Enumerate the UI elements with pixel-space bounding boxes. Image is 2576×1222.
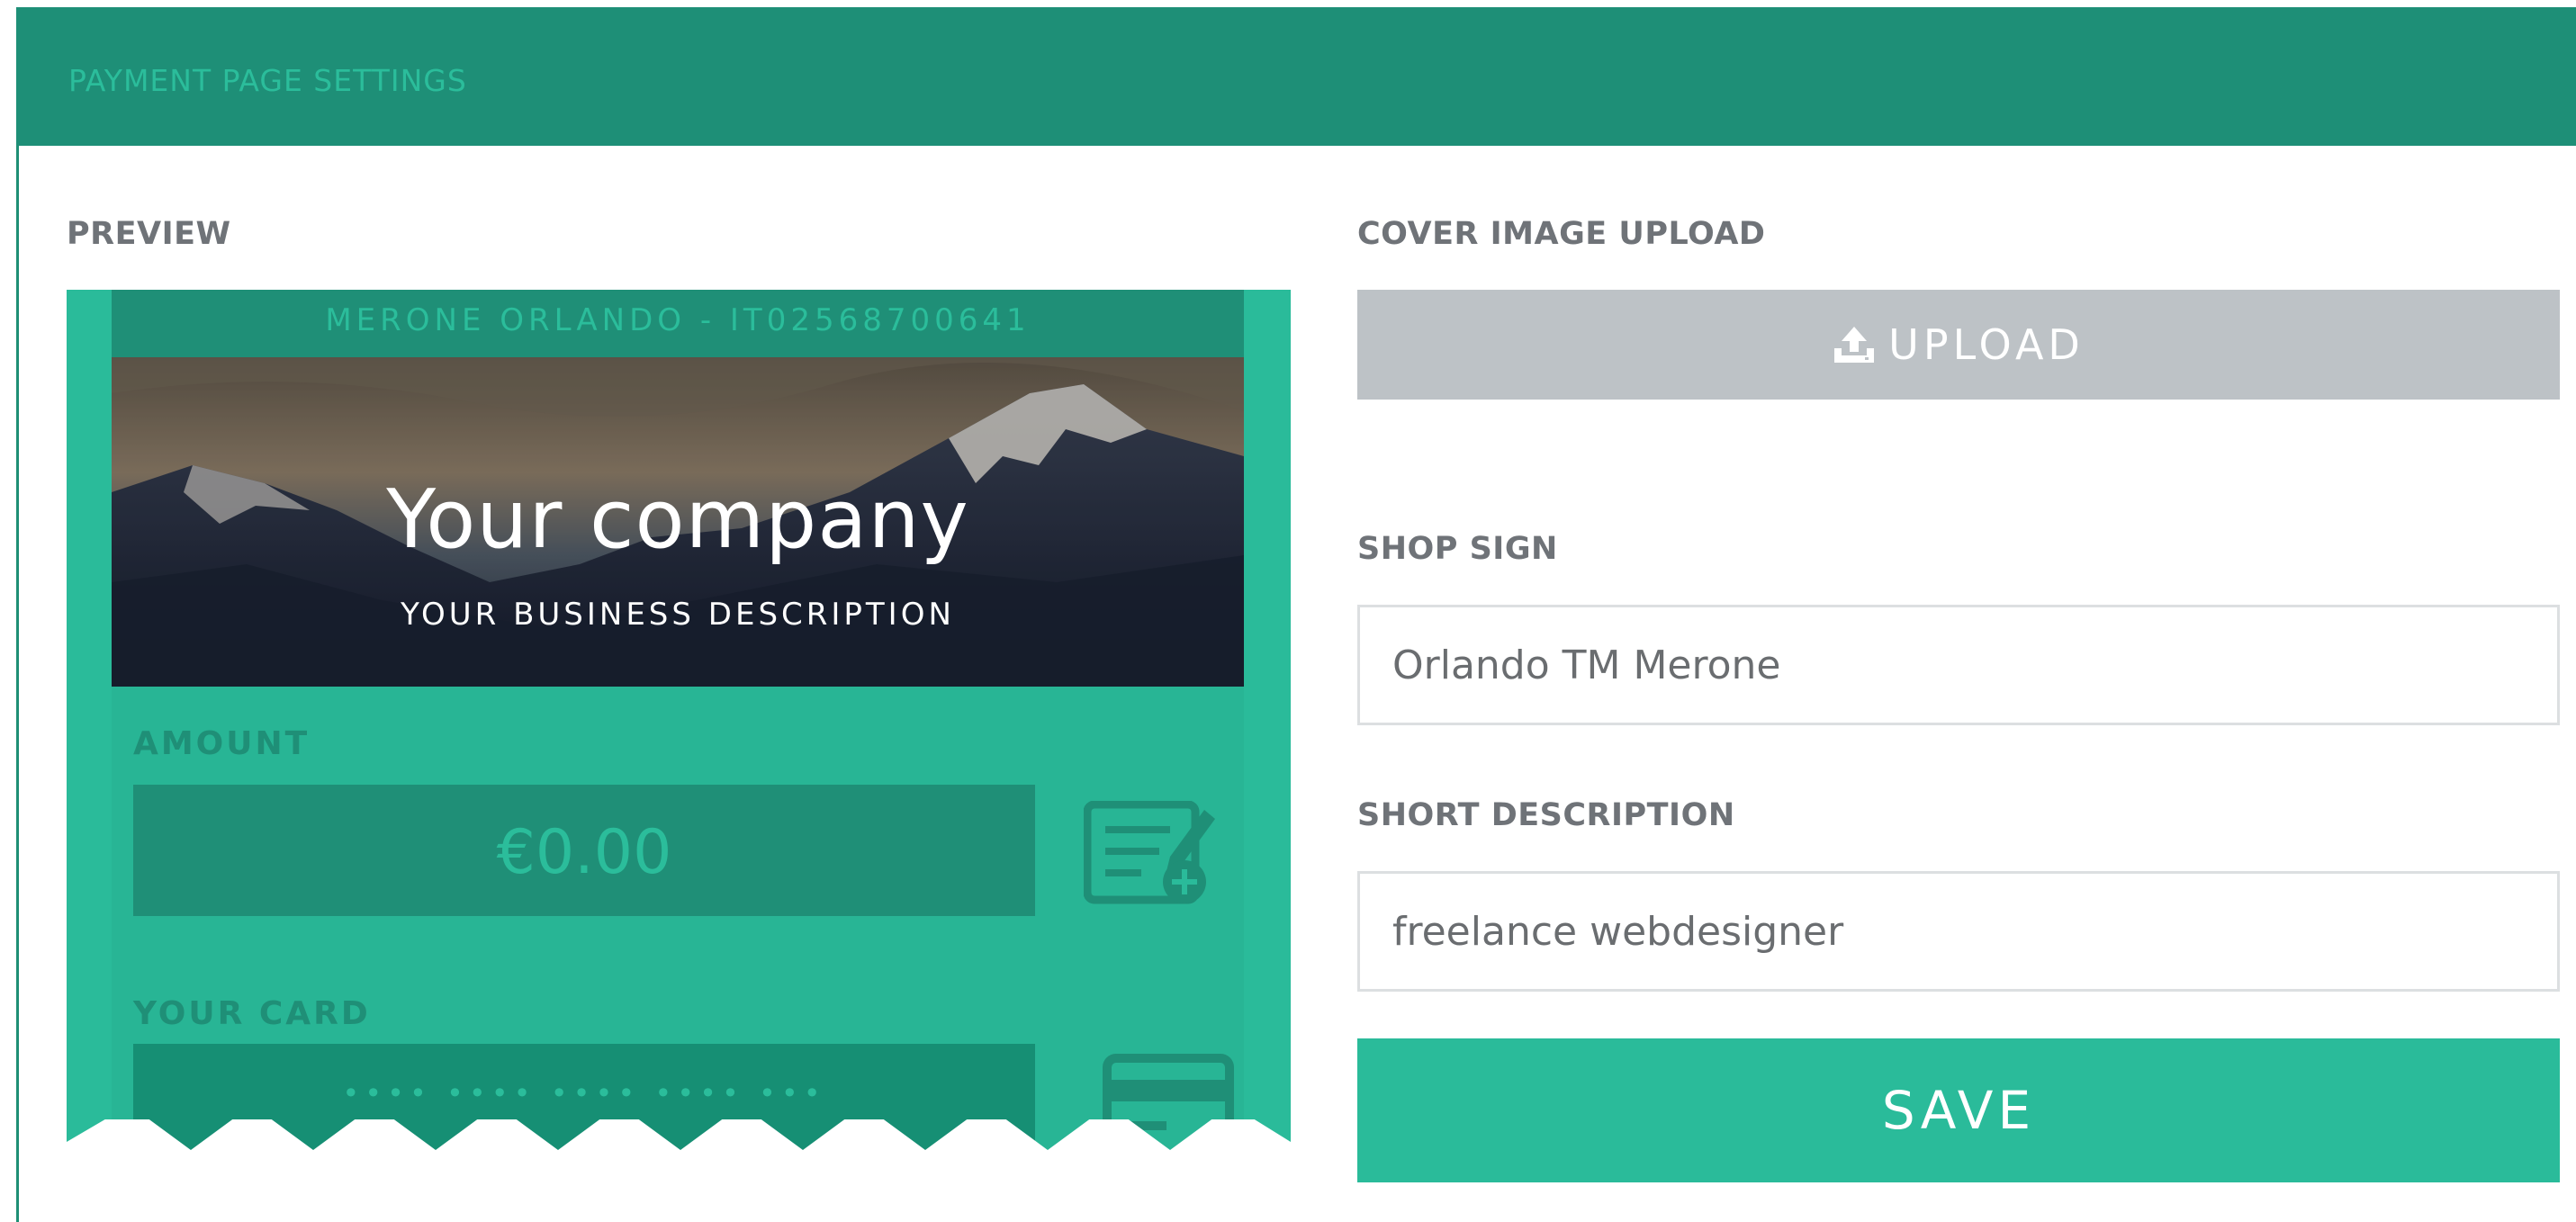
- shop-sign-label: SHOP SIGN: [1357, 531, 1558, 567]
- edit-note-icon: [1084, 801, 1215, 904]
- header-title: PAYMENT PAGE SETTINGS: [68, 63, 467, 98]
- upload-button-label: UPLOAD: [1888, 320, 2085, 369]
- save-button[interactable]: SAVE: [1357, 1038, 2560, 1182]
- company-name: Your company: [386, 472, 969, 567]
- card-label: YOUR CARD: [133, 995, 371, 1032]
- upload-icon: [1834, 327, 1875, 363]
- amount-value: €0.00: [496, 817, 672, 888]
- panel-header: PAYMENT PAGE SETTINGS: [16, 7, 2576, 146]
- payment-preview: MERONE ORLANDO - IT02568700641 Your comp…: [67, 290, 1291, 1164]
- receipt-zigzag-edge: [67, 1119, 1291, 1164]
- amount-label: AMOUNT: [133, 725, 311, 762]
- business-description: YOUR BUSINESS DESCRIPTION: [401, 597, 955, 633]
- merchant-bar: MERONE ORLANDO - IT02568700641: [112, 290, 1244, 357]
- short-description-input[interactable]: [1357, 871, 2560, 992]
- short-description-label: SHORT DESCRIPTION: [1357, 797, 1735, 833]
- merchant-name: MERONE ORLANDO - IT02568700641: [325, 302, 1031, 338]
- shop-sign-input[interactable]: [1357, 605, 2560, 725]
- card-number-placeholder: •••• •••• •••• •••• •••: [342, 1076, 826, 1110]
- cover-image: Your company YOUR BUSINESS DESCRIPTION: [112, 357, 1244, 687]
- cover-upload-label: COVER IMAGE UPLOAD: [1357, 216, 1766, 252]
- preview-label: PREVIEW: [67, 216, 231, 252]
- payment-page-settings: PAYMENT PAGE SETTINGS PREVIEW MERONE ORL…: [0, 0, 2576, 1222]
- amount-field: €0.00: [133, 785, 1035, 916]
- upload-button[interactable]: UPLOAD: [1357, 290, 2560, 400]
- panel-border: [16, 7, 19, 1222]
